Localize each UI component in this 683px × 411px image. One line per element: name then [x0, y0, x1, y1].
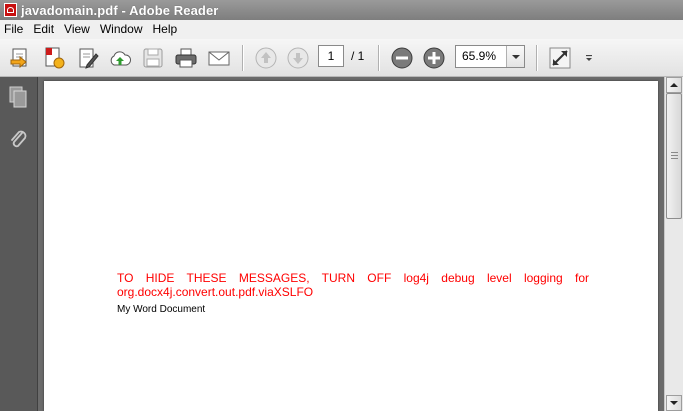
scroll-down-button[interactable] — [666, 395, 682, 411]
debug-message-line-1: TO HIDE THESE MESSAGES, TURN OFF log4j d… — [117, 271, 589, 285]
debug-message-line-2: org.docx4j.convert.out.pdf.viaXSLFO — [117, 285, 314, 299]
grip-line — [671, 152, 678, 153]
attachments-button[interactable] — [7, 127, 29, 151]
next-page-button[interactable] — [286, 46, 310, 70]
toolbar-separator — [242, 45, 244, 71]
zoom-value[interactable]: 65.9% — [456, 46, 506, 67]
email-button[interactable] — [207, 46, 231, 70]
chevron-down-icon — [586, 55, 592, 61]
previous-page-button[interactable] — [254, 46, 278, 70]
edit-pencil-icon — [79, 48, 99, 69]
zoom-out-button[interactable] — [390, 46, 414, 70]
scroll-up-button[interactable] — [666, 77, 682, 93]
paperclip-icon — [11, 130, 27, 148]
page-total-label: / 1 — [351, 49, 365, 63]
pages-icon — [9, 86, 27, 108]
cloud-upload-icon — [110, 51, 132, 66]
open-file-button[interactable] — [8, 46, 32, 70]
arrow-down-circle-icon — [287, 47, 309, 69]
create-pdf-icon — [45, 47, 65, 69]
menu-edit[interactable]: Edit — [28, 20, 59, 39]
toolbar-separator — [536, 45, 538, 71]
grip-line — [671, 155, 678, 156]
page-number-input[interactable]: 1 — [318, 45, 344, 67]
document-title: My Word Document — [117, 304, 206, 315]
menu-help[interactable]: Help — [148, 20, 183, 39]
navigation-pane — [0, 77, 38, 411]
envelope-icon — [208, 51, 230, 66]
print-button[interactable] — [174, 46, 198, 70]
zoom-in-button[interactable] — [422, 46, 446, 70]
toolbar-separator — [378, 45, 380, 71]
vertical-scrollbar[interactable] — [664, 77, 683, 411]
pdf-page: TO HIDE THESE MESSAGES, TURN OFF log4j d… — [44, 81, 658, 411]
scroll-up-arrow-icon — [670, 83, 678, 87]
expand-icon — [549, 47, 571, 69]
minus-circle-icon — [391, 47, 413, 69]
open-file-icon — [10, 48, 27, 69]
toolbar-options-button[interactable] — [580, 46, 598, 70]
debug-message: TO HIDE THESE MESSAGES, TURN OFF log4j d… — [117, 271, 589, 299]
window-title: javadomain.pdf - Adobe Reader — [21, 2, 219, 18]
create-pdf-button[interactable] — [42, 46, 66, 70]
zoom-dropdown-button[interactable] — [506, 46, 524, 67]
adobe-reader-icon — [4, 3, 17, 17]
zoom-select[interactable]: 65.9% — [455, 45, 525, 68]
menu-window[interactable]: Window — [95, 20, 148, 39]
save-disk-icon — [143, 48, 163, 68]
save-button[interactable] — [141, 46, 165, 70]
plus-circle-icon — [423, 47, 445, 69]
chevron-down-icon — [511, 54, 520, 59]
printer-icon — [175, 48, 197, 68]
menu-bar: File Edit View Window Help — [0, 20, 683, 39]
arrow-up-circle-icon — [255, 47, 277, 69]
scroll-thumb[interactable] — [666, 93, 682, 219]
scroll-down-arrow-icon — [670, 401, 678, 405]
title-bar: javadomain.pdf - Adobe Reader — [0, 0, 683, 20]
upload-cloud-button[interactable] — [108, 46, 132, 70]
full-screen-button[interactable] — [548, 46, 572, 70]
grip-line — [671, 158, 678, 159]
document-view[interactable]: TO HIDE THESE MESSAGES, TURN OFF log4j d… — [38, 77, 664, 411]
menu-view[interactable]: View — [59, 20, 95, 39]
menu-file[interactable]: File — [0, 20, 28, 39]
edit-button[interactable] — [76, 46, 100, 70]
page-thumbnails-button[interactable] — [7, 85, 29, 109]
